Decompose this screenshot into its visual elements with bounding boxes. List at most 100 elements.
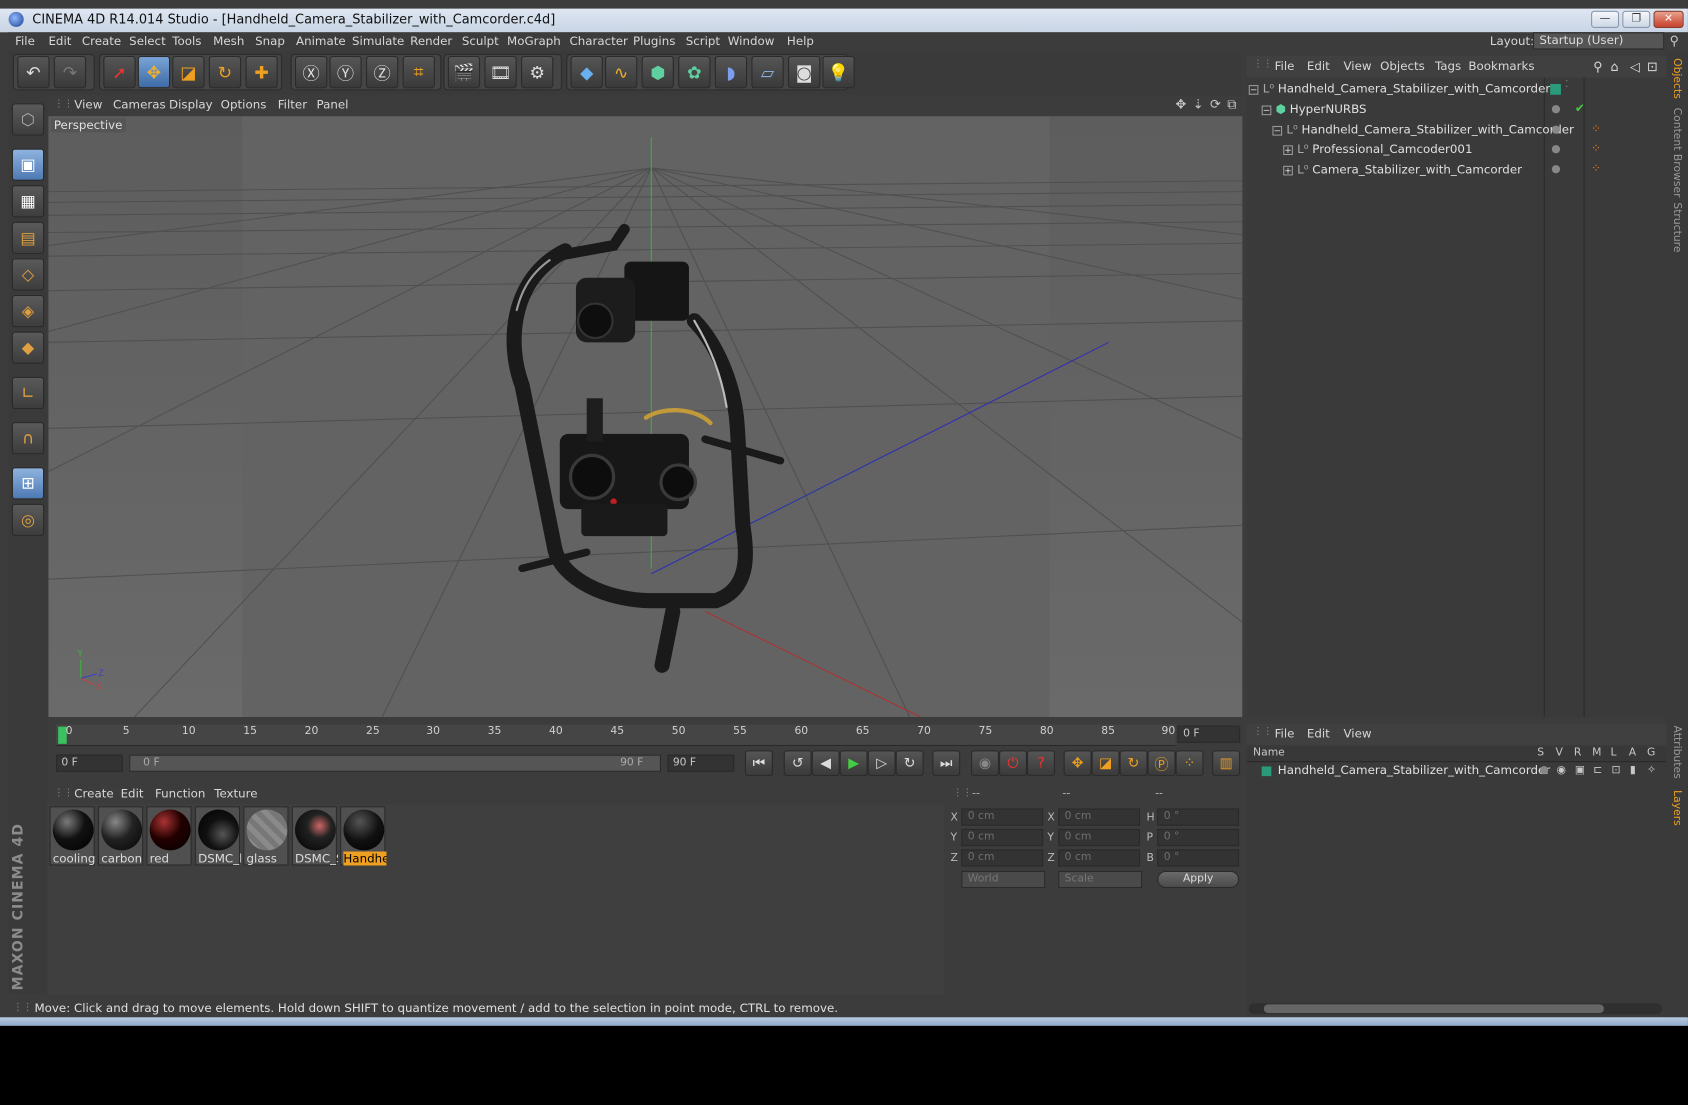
render-picture-viewer-icon[interactable]: 🎞	[484, 55, 517, 89]
viewport-rotate-icon[interactable]: ⟳	[1210, 97, 1221, 112]
previous-key-icon[interactable]: ↺	[783, 750, 812, 777]
enabled-check-icon[interactable]: ✔	[1575, 101, 1585, 115]
rot-h-field[interactable]: 0 °	[1157, 808, 1240, 826]
floor-icon[interactable]: ▱	[751, 55, 784, 89]
objects-menu-file[interactable]: File	[1275, 59, 1295, 73]
menu-window[interactable]: Window	[728, 34, 775, 48]
apply-button[interactable]: Apply	[1157, 870, 1240, 889]
pos-y-field[interactable]: 0 cm	[961, 828, 1044, 847]
rotate-tool-icon[interactable]: ↻	[208, 55, 242, 89]
snapping-icon[interactable]: ∩	[11, 421, 45, 455]
menu-snap[interactable]: Snap	[255, 34, 285, 48]
objects-menu-view[interactable]: View	[1343, 59, 1371, 73]
solo-toggle-icon[interactable]: ●	[1539, 764, 1548, 776]
tab-attributes[interactable]: Attributes	[1671, 726, 1683, 779]
soft-selection-icon[interactable]: ◎	[11, 503, 45, 537]
points-mode-icon[interactable]: ◇	[11, 258, 45, 291]
object-row[interactable]: + L⁰ Professional_Camcoder001	[1283, 142, 1579, 161]
deformer-icon[interactable]: ◗	[714, 55, 748, 89]
objects-menu-tags[interactable]: Tags	[1435, 59, 1461, 73]
menu-help[interactable]: Help	[787, 34, 814, 48]
flag-animation[interactable]: A	[1629, 747, 1636, 759]
y-axis-lock-icon[interactable]: Ⓨ	[329, 55, 362, 89]
material-menu-texture[interactable]: Texture	[214, 787, 257, 801]
objects-menu-objects[interactable]: Objects	[1380, 59, 1425, 73]
light-icon[interactable]: 💡	[822, 55, 855, 89]
animation-flag-icon[interactable]: ▮	[1630, 764, 1636, 776]
lock-icon[interactable]: ⊡	[1612, 764, 1621, 776]
material-menu-create[interactable]: Create	[74, 787, 113, 801]
next-key-icon[interactable]: ↻	[895, 750, 924, 777]
expand-toggle[interactable]: +	[1283, 165, 1293, 175]
manager-flag-icon[interactable]: ⊏	[1593, 764, 1602, 776]
flag-solo[interactable]: S	[1537, 747, 1544, 759]
pos-z-field[interactable]: 0 cm	[961, 849, 1044, 867]
key-parameter-icon[interactable]: Ⓟ	[1147, 750, 1176, 777]
scale-tool-icon[interactable]: ◪	[172, 55, 205, 89]
tab-content-browser[interactable]: Content Browser	[1671, 108, 1683, 198]
material-menu-function[interactable]: Function	[155, 787, 205, 801]
flag-render[interactable]: R	[1574, 747, 1581, 759]
polygons-mode-icon[interactable]: ◆	[11, 331, 45, 364]
menu-script[interactable]: Script	[686, 34, 720, 48]
object-row[interactable]: − ⬢ HyperNURBS	[1261, 102, 1558, 121]
scale-dropdown[interactable]: Scale	[1058, 870, 1143, 889]
scrollbar-thumb[interactable]	[1263, 1004, 1604, 1013]
perspective-viewport[interactable]: Y Z X	[48, 116, 1243, 717]
workplane-lock-icon[interactable]: ⊞	[11, 467, 45, 500]
autokey-icon[interactable]: ⏻	[998, 750, 1027, 777]
render-flag-icon[interactable]: ▣	[1575, 764, 1585, 776]
coordinate-system-icon[interactable]: ⌗	[402, 55, 435, 89]
camera-icon[interactable]: ◙	[787, 55, 821, 89]
flag-visible[interactable]: V	[1556, 747, 1563, 759]
menu-select[interactable]: Select	[129, 34, 166, 48]
menu-plugins[interactable]: Plugins	[633, 34, 675, 48]
workplane-mode-icon[interactable]: ▤	[11, 221, 45, 255]
home-icon[interactable]: ⌂	[1610, 59, 1618, 74]
play-icon[interactable]: ▶	[839, 750, 868, 777]
viewport-menu-panel[interactable]: Panel	[316, 98, 348, 112]
edges-mode-icon[interactable]: ◈	[11, 294, 45, 328]
object-row[interactable]: − L⁰ Handheld_Camera_Stabilizer_with_Camc…	[1272, 123, 1574, 142]
start-frame-field[interactable]: 0 F	[55, 754, 123, 772]
visibility-dot-icon[interactable]: ●	[1551, 164, 1560, 176]
flag-locked[interactable]: L	[1610, 747, 1616, 759]
material-tag-icon[interactable]: ⁘	[1591, 122, 1601, 136]
menu-sculpt[interactable]: Sculpt	[462, 34, 499, 48]
material-swatch[interactable]: glass	[243, 806, 289, 866]
collapse-toggle[interactable]: −	[1272, 125, 1283, 136]
x-axis-lock-icon[interactable]: Ⓧ	[294, 55, 328, 89]
size-z-field[interactable]: 0 cm	[1058, 849, 1141, 867]
tab-objects[interactable]: Objects	[1671, 58, 1683, 99]
menu-simulate[interactable]: Simulate	[352, 34, 404, 48]
previous-frame-icon[interactable]: ◀	[811, 750, 840, 777]
visibility-dots-icon[interactable]: ⁚	[1565, 80, 1568, 91]
flag-manager[interactable]: M	[1592, 747, 1601, 759]
minimize-button[interactable]: —	[1591, 10, 1620, 28]
horizontal-scrollbar[interactable]	[1248, 1003, 1663, 1015]
nurbs-icon[interactable]: ⬢	[641, 55, 674, 89]
visibility-dot-icon[interactable]: ●	[1551, 143, 1560, 155]
redo-icon[interactable]: ↷	[53, 55, 87, 89]
layer-color-swatch[interactable]	[1261, 765, 1272, 776]
menu-create[interactable]: Create	[82, 34, 121, 48]
end-frame-field[interactable]: 90 F	[667, 754, 735, 772]
material-menu-edit[interactable]: Edit	[121, 787, 144, 801]
material-swatch[interactable]: carbon	[97, 806, 144, 866]
visibility-dot-icon[interactable]: ●	[1551, 124, 1560, 136]
collapse-toggle[interactable]: −	[1248, 84, 1259, 95]
collapse-toggle[interactable]: −	[1261, 104, 1272, 115]
eye-icon[interactable]: ◉	[1557, 764, 1566, 776]
layers-menu-view[interactable]: View	[1343, 727, 1371, 741]
viewport-move-icon[interactable]: ✥	[1176, 97, 1187, 112]
back-icon[interactable]: ◁	[1630, 59, 1640, 74]
texture-mode-icon[interactable]: ▦	[11, 185, 45, 218]
world-dropdown[interactable]: World	[961, 870, 1046, 889]
key-pla-icon[interactable]: ⁘	[1175, 750, 1204, 777]
close-button[interactable]: ✕	[1653, 10, 1684, 28]
viewport-menu-cameras[interactable]: Cameras	[113, 98, 166, 112]
size-y-field[interactable]: 0 cm	[1058, 828, 1141, 847]
key-scale-icon[interactable]: ◪	[1091, 750, 1120, 777]
menu-mesh[interactable]: Mesh	[213, 34, 244, 48]
new-window-icon[interactable]: ⊡	[1647, 59, 1658, 74]
